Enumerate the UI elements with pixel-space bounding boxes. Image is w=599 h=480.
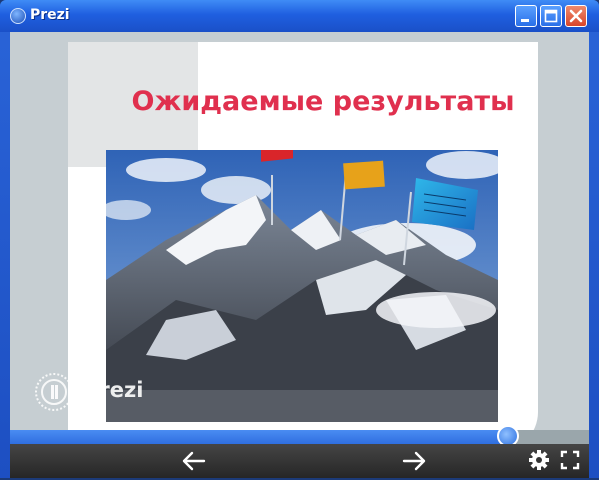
title-bar[interactable]: Prezi [0, 0, 599, 32]
maximize-icon [544, 9, 558, 23]
arrow-left-icon [182, 451, 206, 471]
prezi-logo-icon [35, 373, 73, 411]
slide-title: Ожидаемые результаты [131, 86, 515, 117]
gear-icon [529, 450, 549, 470]
player-control-bar [10, 444, 589, 478]
prezi-app-icon [10, 8, 26, 24]
close-icon [569, 9, 583, 23]
prezi-window: Prezi Ожидаемые результаты Prezi [0, 0, 599, 478]
fullscreen-icon [560, 450, 580, 470]
window-title: Prezi [30, 7, 70, 23]
maximize-button[interactable] [540, 5, 562, 27]
prezi-watermark-text: Prezi [84, 378, 144, 402]
settings-button[interactable] [526, 446, 552, 474]
mountain-photo [106, 150, 498, 422]
close-button[interactable] [565, 5, 587, 27]
arrow-right-icon [402, 451, 426, 471]
presentation-viewer[interactable]: Ожидаемые результаты Prezi [10, 32, 589, 478]
minimize-icon [521, 19, 529, 22]
next-step-button[interactable] [394, 446, 434, 476]
minimize-button[interactable] [515, 5, 537, 27]
prezi-watermark: Prezi [30, 370, 160, 414]
fullscreen-button[interactable] [556, 446, 584, 474]
prev-step-button[interactable] [174, 446, 214, 476]
progress-fill [10, 430, 508, 444]
